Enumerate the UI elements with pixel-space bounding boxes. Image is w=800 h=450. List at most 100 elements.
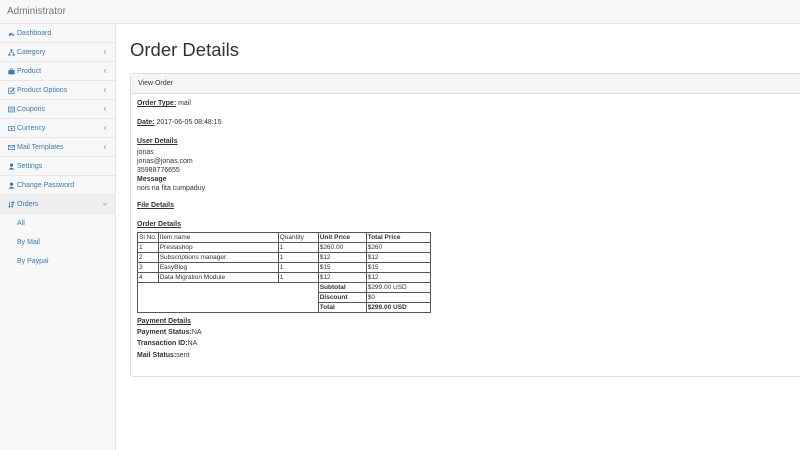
sidebar-item-label: Change Password <box>17 181 75 189</box>
sidebar-item-label: Category <box>17 48 46 56</box>
panel-heading: View Order <box>131 74 800 94</box>
mail-status-label: Mail Status: <box>137 352 177 359</box>
sidebar-item-orders[interactable]: Orders <box>0 195 115 214</box>
file-details-heading: File Details <box>137 202 174 209</box>
payment-status-line: Payment Status:NA <box>137 329 202 336</box>
mail-status-value: sent <box>176 352 190 359</box>
top-navbar: Administrator <box>0 0 800 24</box>
cell-sl-no: 1 <box>137 242 159 253</box>
user-email: jonas@jonas.com <box>137 158 193 165</box>
subtotal-value: $299.00 USD <box>365 282 431 293</box>
cell-sl-no: 4 <box>137 272 159 283</box>
message-label: Message <box>137 176 167 183</box>
user-icon <box>7 181 15 189</box>
sidebar-item-product[interactable]: Product <box>0 62 115 81</box>
transaction-id-line: Transaction ID:NA <box>137 340 197 347</box>
chevron-down-icon <box>102 201 108 207</box>
payment-status-label: Payment Status: <box>137 329 192 336</box>
sidebar-item-settings[interactable]: Settings <box>0 157 115 176</box>
table-header-row: Sl No. Item name Quantity Unit Price Tot… <box>137 232 431 243</box>
user-details-heading: User Details <box>137 138 178 145</box>
sidebar-item-label: Product Options <box>17 86 68 94</box>
cell-total-price: $12 <box>365 252 431 263</box>
payment-details-heading: Payment Details <box>137 318 192 325</box>
cell-unit-price: $15 <box>317 262 367 273</box>
col-header-sl-no: Sl No. <box>137 232 159 243</box>
cell-quantity: 1 <box>277 242 319 253</box>
cell-item-name: Subscriptions manager <box>157 252 279 263</box>
sidebar-item-label: Currency <box>17 124 46 132</box>
cell-sl-no: 3 <box>137 262 159 273</box>
table-row: 3 EasyBlog 1 $15 $15 <box>137 262 431 273</box>
order-details-heading: Order Details <box>137 221 181 228</box>
discount-label: Discount <box>317 292 367 303</box>
message-value: nois na fita cumpaduy <box>137 185 206 192</box>
cell-item-name: Prestashop <box>157 242 279 253</box>
order-date-label: Date: <box>137 119 155 126</box>
mail-status-line: Mail Status:sent <box>137 352 190 359</box>
sidebar-item-currency[interactable]: Currency <box>0 119 115 138</box>
table-row: 1 Prestashop 1 $260.00 $260 <box>137 242 431 253</box>
page-title: Order Details <box>130 39 239 60</box>
order-date-line: Date: 2017-06-05 08:48:15 <box>137 119 221 126</box>
col-header-quantity: Quantity <box>277 232 319 243</box>
sidebar-item-label: Coupons <box>17 105 46 113</box>
brand-title[interactable]: Administrator <box>7 6 66 17</box>
sort-icon <box>7 201 15 208</box>
order-type-value: mail <box>176 100 191 107</box>
dashboard-icon <box>7 30 15 37</box>
chevron-left-icon <box>102 125 108 131</box>
chevron-left-icon <box>102 87 108 93</box>
sidebar-item-dashboard[interactable]: Dashboard <box>0 24 115 43</box>
table-row: 2 Subscriptions manager 1 $12 $12 <box>137 252 431 263</box>
chevron-left-icon <box>102 106 108 112</box>
briefcase-icon <box>7 67 15 75</box>
chevron-left-icon <box>102 68 108 74</box>
sidebar-item-mail-templates[interactable]: Mail Templates <box>0 138 115 157</box>
subtotal-row: Subtotal $299.00 USD <box>137 282 431 313</box>
col-header-total-price: Total Price <box>365 232 431 243</box>
view-order-panel: View Order <box>130 73 800 377</box>
col-header-unit-price: Unit Price <box>317 232 367 243</box>
summary-blank-cell <box>137 282 319 313</box>
cell-unit-price: $260.00 <box>317 242 367 253</box>
list-icon <box>7 106 15 113</box>
cell-quantity: 1 <box>277 272 319 283</box>
order-table: Sl No. Item name Quantity Unit Price Tot… <box>137 232 431 313</box>
sidebar-subitem-by-mail[interactable]: By Mail <box>0 233 115 252</box>
sidebar-item-label: Orders <box>17 200 39 208</box>
chevron-left-icon <box>102 144 108 150</box>
money-icon <box>7 125 15 132</box>
transaction-id-value: NA <box>187 340 198 347</box>
order-type-label: Order Type: <box>137 100 177 107</box>
cell-total-price: $15 <box>365 262 431 273</box>
order-type-line: Order Type: mail <box>137 100 191 107</box>
sitemap-icon <box>7 48 15 56</box>
sidebar-item-change-password[interactable]: Change Password <box>0 176 115 195</box>
cell-unit-price: $12 <box>317 272 367 283</box>
cell-item-name: Data Migration Module <box>157 272 279 283</box>
sidebar-item-category[interactable]: Category <box>0 43 115 62</box>
total-label: Total <box>317 302 367 313</box>
sidebar: Dashboard Category Product Product Optio… <box>0 24 116 450</box>
user-icon <box>7 162 15 170</box>
table-row: 4 Data Migration Module 1 $12 $12 <box>137 272 431 283</box>
cell-unit-price: $12 <box>317 252 367 263</box>
sidebar-item-label: Dashboard <box>17 29 52 37</box>
checkbox-icon <box>7 87 15 94</box>
payment-status-value: NA <box>191 329 202 336</box>
sidebar-item-coupons[interactable]: Coupons <box>0 100 115 119</box>
order-date-value: 2017-06-05 08:48:15 <box>154 119 222 126</box>
user-name: jonas <box>137 149 154 156</box>
sidebar-subitem-by-paypal[interactable]: By Paypal <box>0 252 115 271</box>
total-value: $299.00 USD <box>365 302 431 313</box>
cell-quantity: 1 <box>277 252 319 263</box>
cell-total-price: $260 <box>365 242 431 253</box>
sidebar-item-product-options[interactable]: Product Options <box>0 81 115 100</box>
cell-item-name: EasyBlog <box>157 262 279 273</box>
sidebar-subitem-all[interactable]: All <box>0 214 115 233</box>
subtotal-label: Subtotal <box>317 282 367 293</box>
cell-sl-no: 2 <box>137 252 159 263</box>
sidebar-item-label: Mail Templates <box>17 143 64 151</box>
chevron-left-icon <box>102 49 108 55</box>
